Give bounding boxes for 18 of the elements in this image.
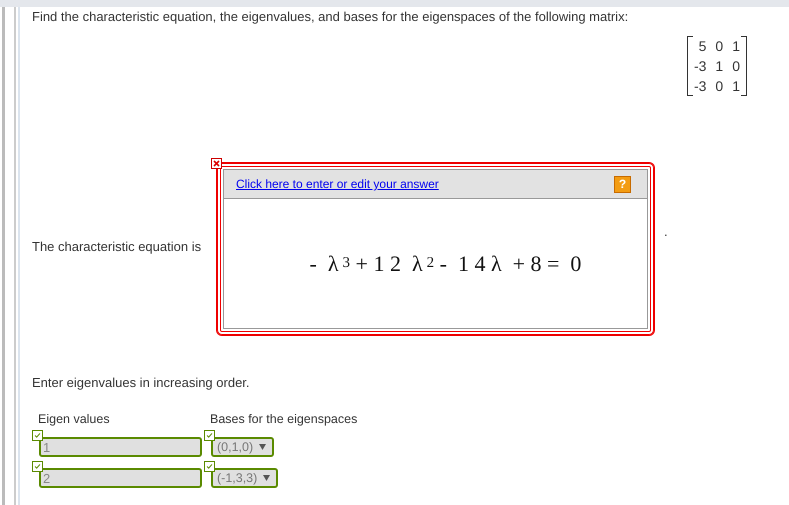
equation-label: The characteristic equation is — [32, 239, 202, 254]
basis-dropdown[interactable]: (0,1,0) — [211, 437, 274, 457]
question-text: Find the characteristic equation, the eigenvalues, and bases for the eigenspaces of the following matrix: — [32, 9, 630, 24]
column-heading: Eigen values — [38, 412, 111, 426]
eigenvalue-field[interactable]: 1 — [39, 437, 202, 457]
matrix: 5 0 1 -3 1 0 -3 0 1 — [686, 36, 747, 96]
column-heading: Bases for the eigenspaces — [210, 412, 358, 426]
close-icon[interactable] — [211, 158, 222, 169]
answer-box[interactable]: Click here to enter or edit your answer ? - λ$^{3}$ + 1 2 λ$^{2}$ - 1 4 λ + 8 = 0 — [217, 163, 654, 335]
edit-answer-link[interactable]: Click here to enter or edit your answer — [236, 177, 439, 191]
help-button[interactable]: ? — [614, 176, 631, 192]
eigenvalue-field[interactable]: 2 — [39, 468, 202, 488]
basis-dropdown[interactable]: (-1,3,3) — [211, 468, 278, 488]
equation: - λ$^{3}$ + 1 2 λ$^{2}$ - 1 4 λ + 8 = 0 — [308, 250, 582, 278]
caret-icon — [263, 475, 270, 481]
instruction-text: Enter eigenvalues in increasing order. — [32, 375, 251, 390]
caret-icon — [259, 444, 266, 450]
period-text: . — [664, 224, 668, 239]
